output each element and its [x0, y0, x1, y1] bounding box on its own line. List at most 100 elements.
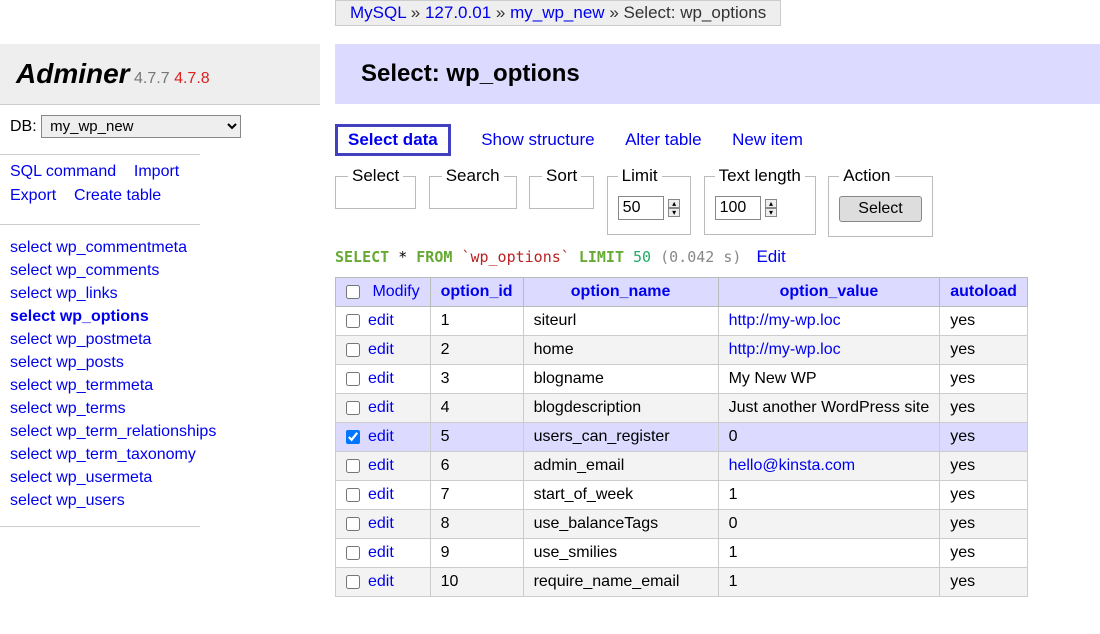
fieldset-sort[interactable]: Sort	[529, 166, 594, 209]
cell-autoload: yes	[940, 452, 1028, 481]
cell-autoload: yes	[940, 423, 1028, 452]
brand: Adminer 4.7.7 4.7.8	[0, 44, 320, 105]
tab-select-data[interactable]: Select data	[335, 124, 451, 156]
cell-autoload: yes	[940, 539, 1028, 568]
col-option-name[interactable]: option_name	[571, 283, 671, 300]
table-select-link[interactable]: select	[10, 446, 52, 463]
fieldset-search[interactable]: Search	[429, 166, 517, 209]
text-length-input[interactable]	[715, 196, 761, 220]
table-row: edit8use_balanceTags0yes	[336, 510, 1028, 539]
cell-autoload: yes	[940, 365, 1028, 394]
col-option-id[interactable]: option_id	[441, 283, 513, 300]
table-link[interactable]: wp_terms	[56, 400, 125, 417]
table-link[interactable]: wp_options	[60, 308, 149, 325]
fieldset-action: Action Select	[828, 166, 932, 237]
table-select-link[interactable]: select	[10, 354, 52, 371]
cell-option-value: 0	[718, 510, 940, 539]
limit-input[interactable]	[618, 196, 664, 220]
row-checkbox[interactable]	[346, 459, 360, 473]
breadcrumb-host[interactable]: 127.0.01	[425, 3, 491, 22]
table-link[interactable]: wp_comments	[56, 262, 159, 279]
table-link[interactable]: wp_usermeta	[56, 469, 152, 486]
row-edit-link[interactable]: edit	[368, 515, 394, 532]
link-import[interactable]: Import	[134, 163, 179, 180]
row-edit-link[interactable]: edit	[368, 341, 394, 358]
table-link[interactable]: wp_term_taxonomy	[56, 446, 196, 463]
link-export[interactable]: Export	[10, 187, 56, 204]
cell-option-id: 4	[430, 394, 523, 423]
row-checkbox[interactable]	[346, 314, 360, 328]
cell-option-value: 0	[718, 423, 940, 452]
col-option-value[interactable]: option_value	[780, 283, 879, 300]
table-select-link[interactable]: select	[10, 423, 52, 440]
tab-new-item[interactable]: New item	[732, 130, 803, 150]
fieldset-limit: Limit ▴▾	[607, 166, 691, 235]
row-checkbox[interactable]	[346, 401, 360, 415]
limit-spinner[interactable]: ▴▾	[668, 199, 680, 217]
table-link[interactable]: wp_commentmeta	[56, 239, 187, 256]
col-modify[interactable]: Modify	[372, 283, 419, 300]
row-checkbox[interactable]	[346, 546, 360, 560]
cell-autoload: yes	[940, 568, 1028, 597]
brand-name: Adminer	[16, 58, 130, 89]
fieldset-select[interactable]: Select	[335, 166, 416, 209]
table-row: edit5users_can_register0yes	[336, 423, 1028, 452]
row-edit-link[interactable]: edit	[368, 457, 394, 474]
table-link[interactable]: wp_posts	[56, 354, 124, 371]
table-select-link[interactable]: select	[10, 239, 52, 256]
cell-option-value: 1	[718, 539, 940, 568]
table-select-link[interactable]: select	[10, 377, 52, 394]
row-edit-link[interactable]: edit	[368, 399, 394, 416]
table-link[interactable]: wp_postmeta	[56, 331, 151, 348]
row-checkbox[interactable]	[346, 430, 360, 444]
sql-edit-link[interactable]: Edit	[756, 247, 785, 266]
table-select-link[interactable]: select	[10, 400, 52, 417]
row-edit-link[interactable]: edit	[368, 370, 394, 387]
row-edit-link[interactable]: edit	[368, 573, 394, 590]
table-link[interactable]: wp_links	[56, 285, 117, 302]
value-link[interactable]: hello@kinsta.com	[729, 457, 856, 474]
fieldset-text-length: Text length ▴▾	[704, 166, 816, 235]
table-row: edit9use_smilies1yes	[336, 539, 1028, 568]
table-select-link[interactable]: select	[10, 262, 52, 279]
row-checkbox[interactable]	[346, 372, 360, 386]
cell-option-id: 5	[430, 423, 523, 452]
select-all-checkbox[interactable]	[346, 285, 360, 299]
value-link[interactable]: http://my-wp.loc	[729, 312, 841, 329]
link-sql-command[interactable]: SQL command	[10, 163, 116, 180]
tab-alter-table[interactable]: Alter table	[625, 130, 702, 150]
row-edit-link[interactable]: edit	[368, 486, 394, 503]
action-select-button[interactable]: Select	[839, 196, 921, 222]
link-create-table[interactable]: Create table	[74, 187, 161, 204]
table-select-link[interactable]: select	[10, 285, 52, 302]
row-checkbox[interactable]	[346, 343, 360, 357]
cell-option-value: 1	[718, 568, 940, 597]
table-select-link[interactable]: select	[10, 331, 52, 348]
cell-option-name: require_name_email	[523, 568, 718, 597]
table-link[interactable]: wp_termmeta	[56, 377, 153, 394]
row-checkbox[interactable]	[346, 575, 360, 589]
value-link[interactable]: http://my-wp.loc	[729, 341, 841, 358]
row-checkbox[interactable]	[346, 488, 360, 502]
row-checkbox[interactable]	[346, 517, 360, 531]
table-select-link[interactable]: select	[10, 492, 52, 509]
col-autoload[interactable]: autoload	[950, 283, 1017, 300]
cell-option-value: http://my-wp.loc	[718, 336, 940, 365]
text-length-spinner[interactable]: ▴▾	[765, 199, 777, 217]
cell-option-value: Just another WordPress site	[718, 394, 940, 423]
cell-option-value: hello@kinsta.com	[718, 452, 940, 481]
row-edit-link[interactable]: edit	[368, 428, 394, 445]
cell-autoload: yes	[940, 481, 1028, 510]
cell-option-id: 9	[430, 539, 523, 568]
table-select-link[interactable]: select	[10, 308, 55, 325]
db-select[interactable]: my_wp_new	[41, 115, 241, 138]
table-link[interactable]: wp_term_relationships	[56, 423, 216, 440]
cell-option-id: 2	[430, 336, 523, 365]
table-select-link[interactable]: select	[10, 469, 52, 486]
table-link[interactable]: wp_users	[56, 492, 124, 509]
tab-show-structure[interactable]: Show structure	[481, 130, 594, 150]
breadcrumb-db[interactable]: my_wp_new	[510, 3, 605, 22]
breadcrumb-server[interactable]: MySQL	[350, 3, 406, 22]
row-edit-link[interactable]: edit	[368, 312, 394, 329]
row-edit-link[interactable]: edit	[368, 544, 394, 561]
